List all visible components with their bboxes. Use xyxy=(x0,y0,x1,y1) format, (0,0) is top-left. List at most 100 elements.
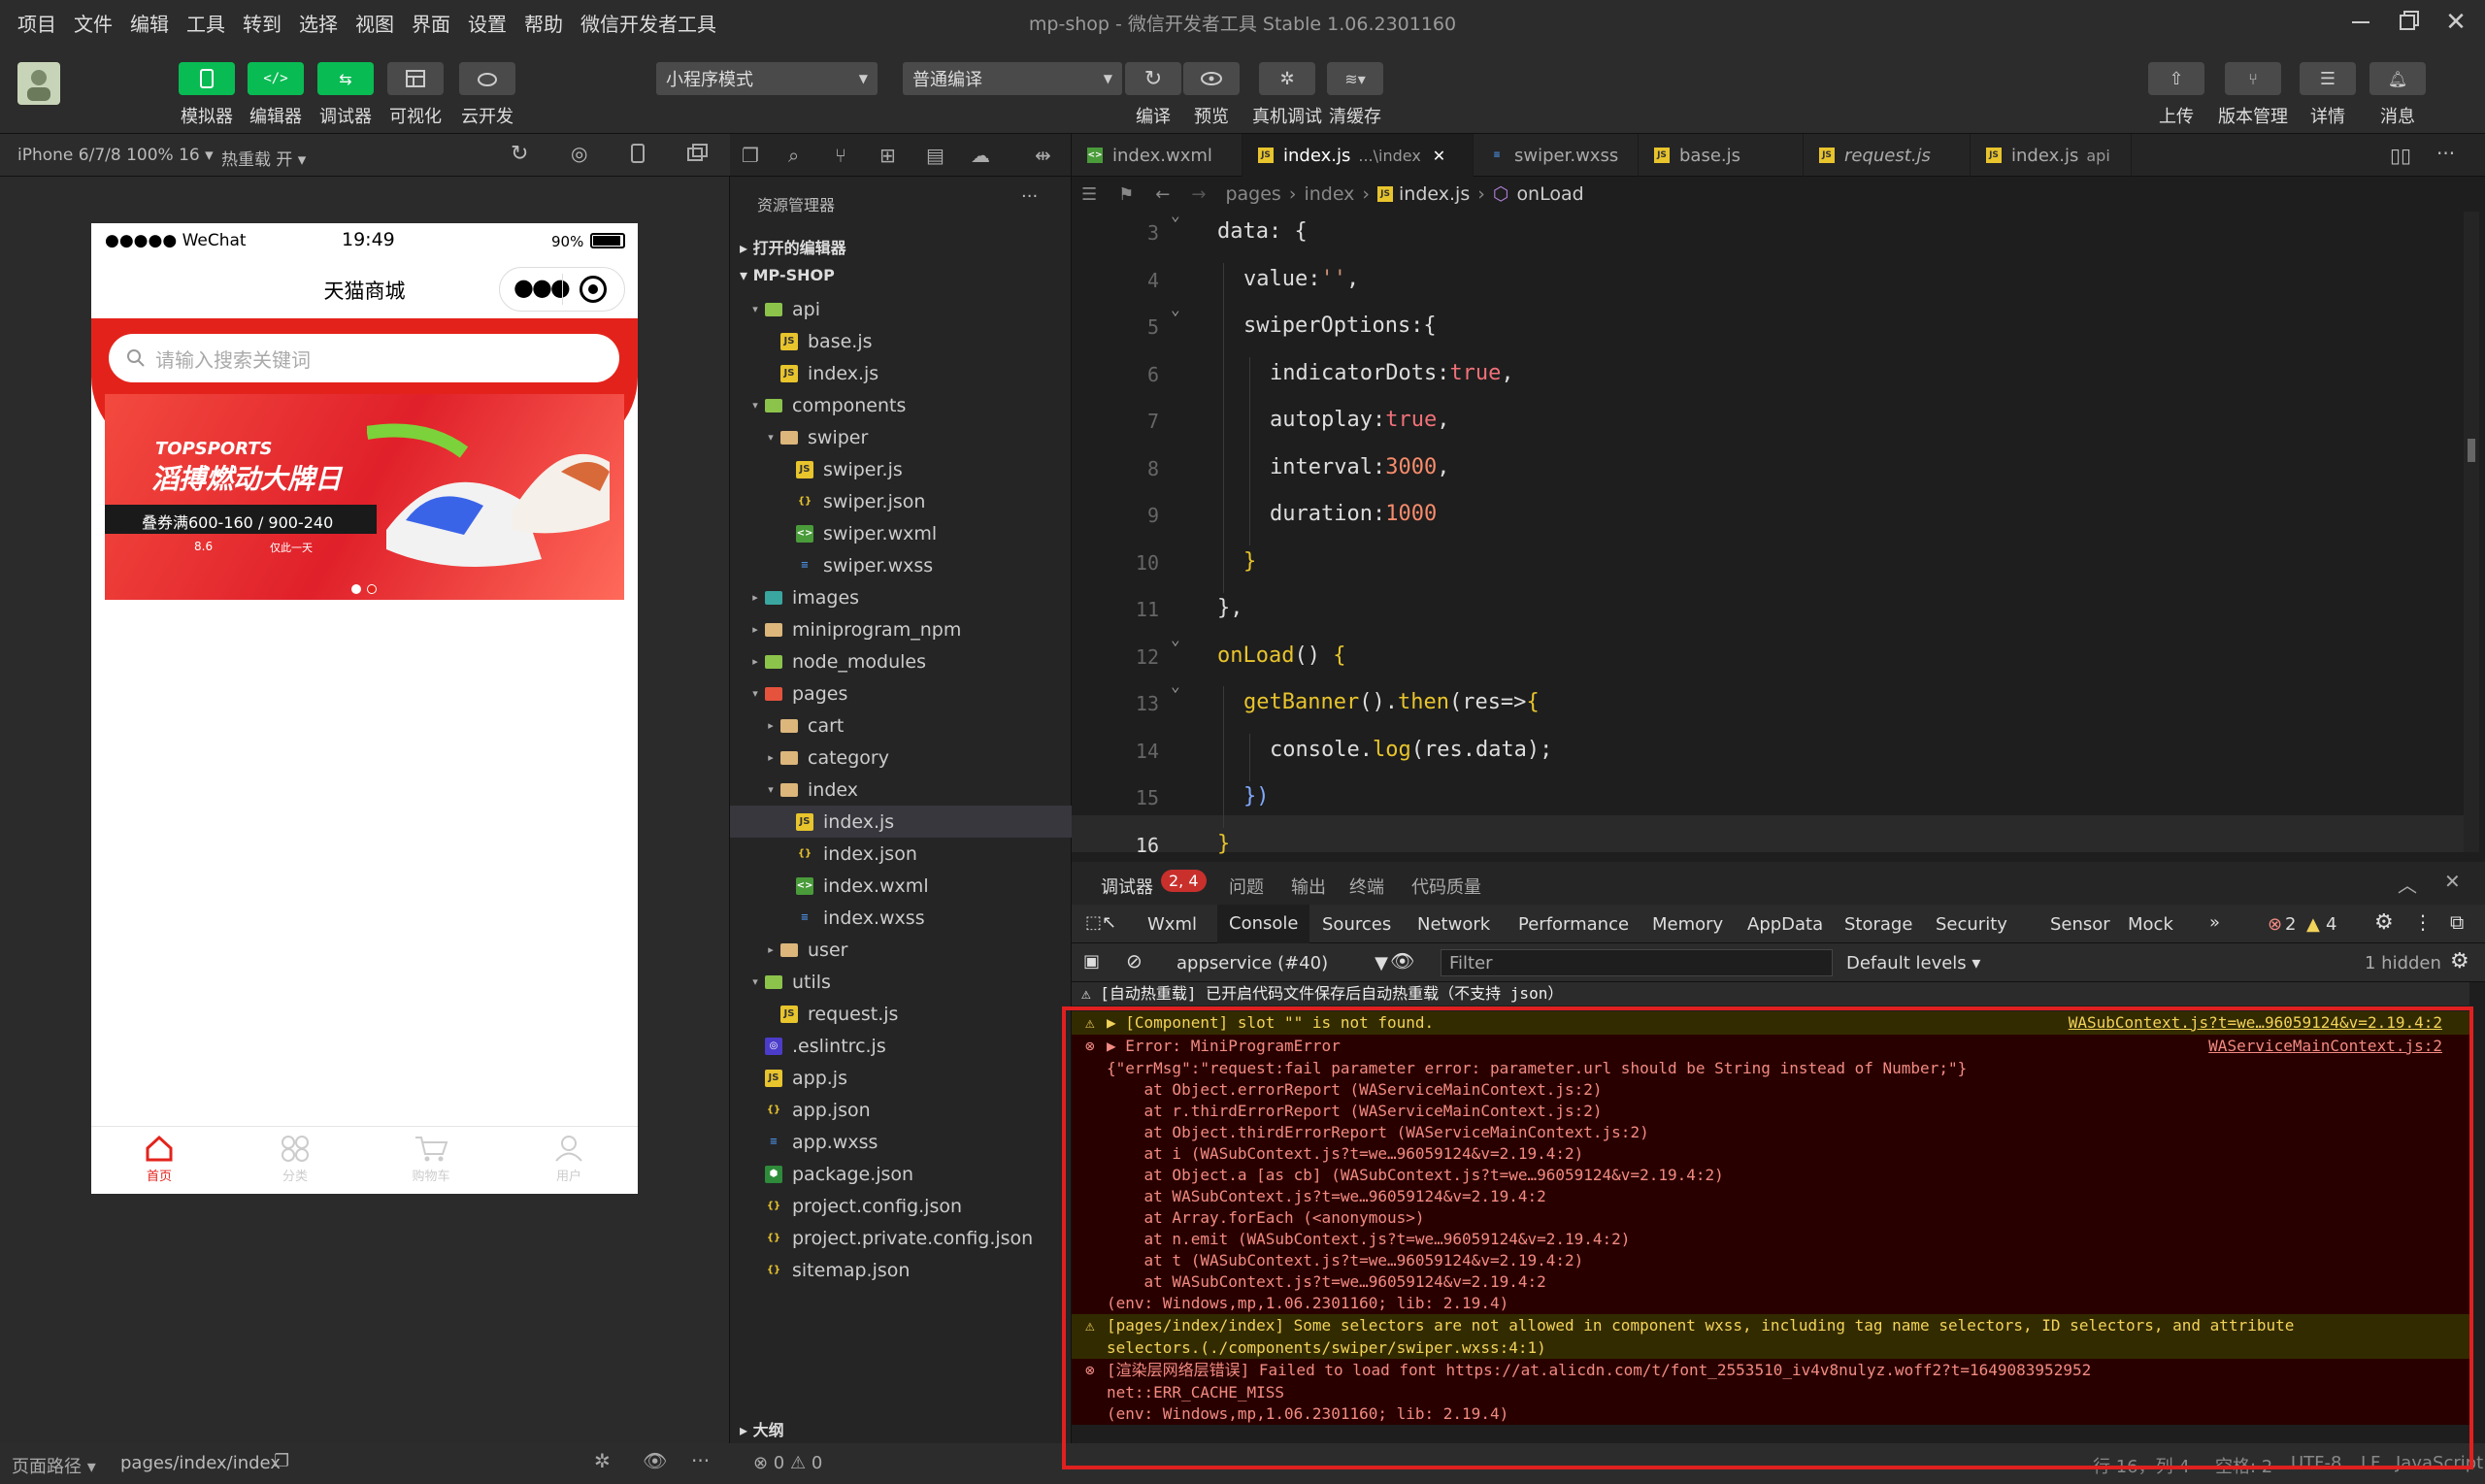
upload-button[interactable]: ⇧ 上传 xyxy=(2141,62,2211,128)
tab-output[interactable]: 输出 xyxy=(1291,874,1326,899)
close-tab-icon[interactable]: ✕ xyxy=(1433,147,1445,165)
source-link[interactable]: WAServiceMainContext.js:2 xyxy=(2208,1035,2442,1058)
editor-tab[interactable]: JS request.js xyxy=(1804,134,1971,177)
tree-item[interactable]: ▸ cart xyxy=(730,709,1072,742)
tree-item[interactable]: ▾ index xyxy=(730,774,1072,806)
tree-item[interactable]: {} sitemap.json xyxy=(730,1254,1072,1286)
tree-item[interactable]: JS request.js xyxy=(730,998,1072,1030)
kebab-icon[interactable]: ⋮ xyxy=(2413,910,2433,934)
more-icon[interactable]: ··· xyxy=(1021,186,1038,207)
refresh-icon[interactable]: ↻ xyxy=(511,142,528,166)
messages-button[interactable]: 🔔︎ 消息 xyxy=(2363,62,2433,128)
menu-item[interactable]: 帮助 xyxy=(524,9,563,37)
editor-tab[interactable]: ≡ swiper.wxss xyxy=(1474,134,1639,177)
fold-icon[interactable]: ⌄ xyxy=(1171,300,1180,318)
tab-category[interactable]: 分类 xyxy=(256,1135,334,1184)
fold-icon[interactable]: ⌄ xyxy=(1171,630,1180,648)
hotreload-select[interactable]: 热重载 开 ▾ xyxy=(221,146,306,170)
collapse-icon[interactable]: ︿ xyxy=(2398,870,2417,898)
device-icon[interactable] xyxy=(631,144,645,163)
tree-item[interactable]: JS index.js xyxy=(730,357,1072,389)
gear-icon[interactable]: ⚙ xyxy=(2374,910,2394,935)
remote-debug-button[interactable]: ✲ 真机调试 xyxy=(1252,62,1322,128)
extensions-icon[interactable]: ⊞ xyxy=(879,144,896,167)
clear-cache-button[interactable]: ≋▾ 清缓存 xyxy=(1320,62,1390,128)
tree-item[interactable]: ▸ miniprogram_npm xyxy=(730,613,1072,645)
devtools-tab[interactable]: Mock xyxy=(2128,914,2173,935)
tree-item[interactable]: ▸ images xyxy=(730,581,1072,613)
devtools-tab[interactable]: Sensor xyxy=(2050,914,2110,935)
menu-item[interactable]: 设置 xyxy=(468,9,507,37)
split-editor-icon[interactable]: ▯▯ xyxy=(2390,144,2411,167)
bookmark-icon[interactable]: ⚑ xyxy=(1118,184,1134,205)
devtools-tab[interactable]: AppData xyxy=(1747,914,1823,935)
compile-mode-select[interactable]: 普通编译 ▼ xyxy=(903,62,1122,95)
tab-terminal[interactable]: 终端 xyxy=(1349,874,1384,899)
debugger-button[interactable]: ⇆ 调试器 xyxy=(311,62,381,128)
copy-icon[interactable]: ❐ xyxy=(274,1451,289,1471)
devtools-tab[interactable]: Storage xyxy=(1844,914,1912,935)
split-icon[interactable]: ⇹ xyxy=(1035,144,1051,167)
menu-item[interactable]: 文件 xyxy=(74,9,113,37)
fold-icon[interactable]: ⌄ xyxy=(1171,676,1180,695)
tree-item[interactable]: ≡ index.wxss xyxy=(730,902,1072,934)
tab-home[interactable]: 首页 xyxy=(120,1135,198,1184)
tree-item[interactable]: ▾ utils xyxy=(730,966,1072,998)
cloud-button[interactable]: 云开发 xyxy=(452,62,522,128)
more-icon[interactable]: ··· xyxy=(2436,142,2455,165)
problems-count[interactable]: ⊗ 0 ⚠ 0 xyxy=(753,1453,822,1473)
dock-icon[interactable]: ⧉ xyxy=(2450,910,2464,934)
simulator-button[interactable]: 模拟器 xyxy=(172,62,242,128)
menu-item[interactable]: 选择 xyxy=(299,9,338,37)
menu-item[interactable]: 界面 xyxy=(412,9,450,37)
clear-console-icon[interactable]: ⊘ xyxy=(1126,949,1143,973)
close-icon[interactable]: ✕ xyxy=(2444,870,2461,893)
devtools-tab[interactable]: Performance xyxy=(1518,914,1629,935)
tree-item[interactable]: {} app.json xyxy=(730,1094,1072,1126)
menu-item[interactable]: 视图 xyxy=(355,9,394,37)
tab-code-quality[interactable]: 代码质量 xyxy=(1411,874,1481,899)
devtools-tab[interactable]: Security xyxy=(1936,914,2007,935)
preview-button[interactable]: 预览 xyxy=(1176,62,1246,128)
source-link[interactable]: WASubContext.js?t=we…96059124&v=2.19.4:2 xyxy=(2069,1011,2442,1035)
search-icon[interactable]: ⌕ xyxy=(788,144,799,167)
menu-item[interactable]: 转到 xyxy=(243,9,282,37)
more-icon[interactable]: ··· xyxy=(691,1449,710,1472)
version-button[interactable]: ⑂ 版本管理 xyxy=(2218,62,2288,128)
eye-icon[interactable]: 👁︎ xyxy=(1390,949,1414,973)
code-editor[interactable]: 3 data: {4 value:'', 5 swiperOptions:{6 indic… xyxy=(1072,206,2485,857)
editor-tab[interactable]: JS base.js xyxy=(1639,134,1804,177)
menu-item[interactable]: 项目 xyxy=(17,9,56,37)
context-select[interactable]: appservice (#40) ▼ xyxy=(1176,953,1388,973)
popout-icon[interactable] xyxy=(687,144,709,163)
more-icon[interactable]: ●●● xyxy=(514,274,571,301)
page-path-select[interactable]: 页面路径 ▾ xyxy=(12,1453,96,1478)
mode-select[interactable]: 小程序模式 ▼ xyxy=(656,62,878,95)
tree-item[interactable]: <> index.wxml xyxy=(730,870,1072,902)
back-arrow-icon[interactable]: ← xyxy=(1155,184,1170,205)
tree-item[interactable]: ◎ .eslintrc.js xyxy=(730,1030,1072,1062)
more-tabs-icon[interactable]: » xyxy=(2209,912,2220,933)
cloud-icon[interactable]: ☁ xyxy=(971,144,990,167)
tab-cart[interactable]: 购物车 xyxy=(392,1135,470,1184)
tree-item[interactable]: JS base.js xyxy=(730,325,1072,357)
console-filter-input[interactable]: Filter xyxy=(1441,949,1833,976)
open-editors-section[interactable]: ▸ 打开的编辑器 xyxy=(730,231,1072,260)
tree-item[interactable]: ▾ components xyxy=(730,389,1072,421)
menu-item[interactable]: 工具 xyxy=(186,9,225,37)
editor-tab[interactable]: JS index.js api xyxy=(1971,134,2132,177)
tree-item[interactable]: ▾ pages xyxy=(730,677,1072,709)
tree-item[interactable]: JS swiper.js xyxy=(730,453,1072,485)
tree-item[interactable]: ⬢ package.json xyxy=(730,1158,1072,1190)
details-button[interactable]: ☰ 详情 xyxy=(2293,62,2363,128)
project-section[interactable]: ▾ MP-SHOP xyxy=(730,262,1072,291)
outline-section[interactable]: ▸ 大纲 xyxy=(730,1413,1072,1442)
tree-item[interactable]: ▸ category xyxy=(730,742,1072,774)
tree-item[interactable]: ≡ swiper.wxss xyxy=(730,549,1072,581)
menu-item[interactable]: 微信开发者工具 xyxy=(580,9,716,37)
close-miniprogram-icon[interactable] xyxy=(580,276,607,303)
tree-item[interactable]: ▸ node_modules xyxy=(730,645,1072,677)
devtools-tab[interactable]: Memory xyxy=(1652,914,1723,935)
tab-user[interactable]: 用户 xyxy=(530,1135,608,1184)
devtools-tab[interactable]: Wxml xyxy=(1147,914,1197,935)
